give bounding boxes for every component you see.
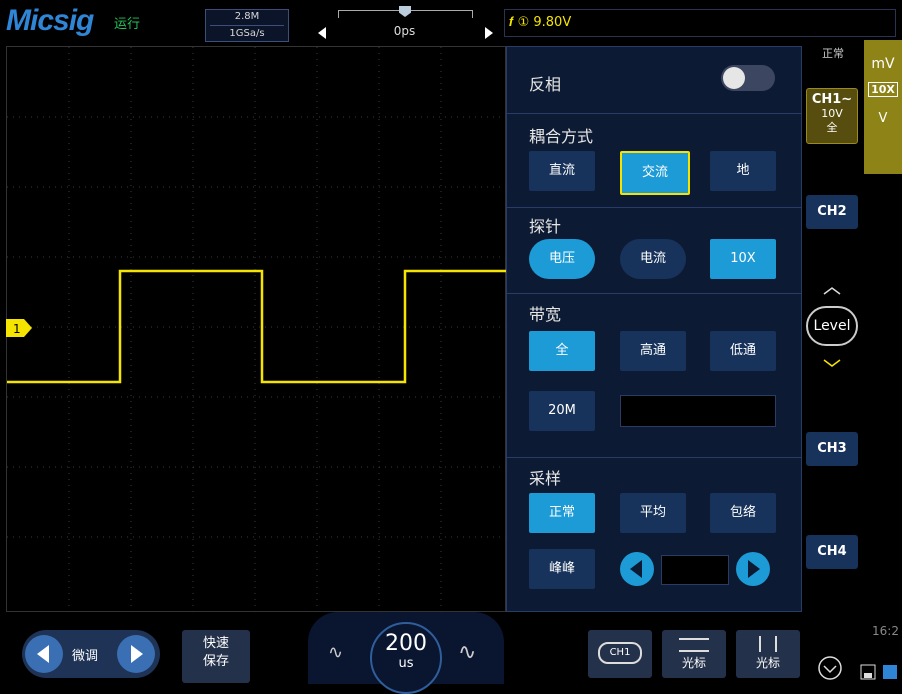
bandwidth-highpass-button[interactable]: 高通 [620, 331, 686, 371]
bandwidth-lowpass-button[interactable]: 低通 [710, 331, 776, 371]
delay-value: 0ps [332, 22, 477, 40]
sampling-peak-button[interactable]: 峰峰 [529, 549, 595, 589]
probe-voltage-unit: V [878, 111, 888, 126]
network-icon[interactable] [882, 664, 898, 680]
ch1-channel-button[interactable]: CH1∼ 10V 全 [806, 88, 858, 144]
graticule [7, 47, 507, 613]
level-down-icon[interactable] [822, 358, 842, 368]
coupling-dc-button[interactable]: 直流 [529, 151, 595, 191]
ch2-channel-button[interactable]: CH2 [806, 195, 858, 229]
bandwidth-title: 带宽 [529, 305, 562, 324]
toggle-knob [723, 67, 745, 89]
ch1-marker-label: 1 [13, 322, 21, 336]
sampling-section: 采样 正常 平均 包络 峰峰 [507, 457, 801, 613]
sampling-title: 采样 [529, 469, 562, 488]
fine-tune-control: 微调 [22, 630, 160, 678]
acquisition-mode-label: 正常 [822, 47, 844, 60]
horizontal-cursor-icon [679, 638, 709, 652]
probe-section: 探针 电压 电流 10X [507, 207, 801, 294]
coupling-title: 耦合方式 [529, 127, 594, 146]
ch1-volts: 10V [821, 107, 843, 120]
bandwidth-full-button[interactable]: 全 [529, 331, 595, 371]
sampling-decrease-icon[interactable] [619, 551, 655, 587]
sampling-increase-icon[interactable] [735, 551, 771, 587]
brand-logo: Micsig [6, 4, 94, 37]
fine-tune-left-icon[interactable] [24, 634, 64, 674]
horizontal-cursor-button[interactable]: 光标 [662, 630, 726, 678]
probe-voltage-button[interactable]: 电压 [529, 239, 595, 279]
level-up-icon[interactable] [822, 286, 842, 296]
invert-label: 反相 [529, 75, 562, 94]
memory-depth: 2.8M [234, 11, 260, 22]
top-status-bar: Micsig 运行 2.8M 1GSa/s 0ps 𝒇 ① 9.80V [0, 0, 902, 46]
ch4-channel-button[interactable]: CH4 [806, 535, 858, 569]
ch1-menu-button[interactable]: CH1 [588, 630, 652, 678]
probe-ratio-button[interactable]: 10X [710, 239, 776, 279]
coupling-ac-button[interactable]: 交流 [620, 151, 690, 195]
channel-settings-panel: 反相 耦合方式 直流 交流 地 探针 电压 电流 10X 带宽 全 高通 低通 … [506, 46, 802, 612]
probe-title: 探针 [529, 217, 562, 236]
timebase-increase-icon[interactable]: ∿ [458, 640, 476, 665]
vertical-cursor-button[interactable]: 光标 [736, 630, 800, 678]
expand-menu-icon[interactable] [818, 656, 842, 680]
sample-rate: 1GSa/s [210, 25, 284, 41]
sampling-average-button[interactable]: 平均 [620, 493, 686, 533]
coupling-gnd-button[interactable]: 地 [710, 151, 776, 191]
clock: 16:2 [872, 624, 899, 638]
probe-unit: mV [871, 56, 895, 72]
timebase-value: 200 [385, 631, 427, 656]
waveform-display[interactable] [6, 46, 507, 613]
bandwidth-20m-button[interactable]: 20M [529, 391, 595, 431]
vertical-cursor-label: 光标 [755, 656, 780, 670]
sampling-envelope-button[interactable]: 包络 [710, 493, 776, 533]
quick-save-button[interactable]: 快速 保存 [182, 630, 250, 683]
bandwidth-section: 带宽 全 高通 低通 20M [507, 293, 801, 458]
timebase-decrease-icon[interactable]: ∿ [328, 642, 343, 663]
fine-tune-right-icon[interactable] [116, 634, 156, 674]
timebase-knob[interactable]: 200 us [370, 622, 442, 694]
trigger-level-knob[interactable]: Level [806, 306, 858, 346]
probe-current-button[interactable]: 电流 [620, 239, 686, 279]
ch3-channel-button[interactable]: CH3 [806, 432, 858, 466]
sampling-normal-button[interactable]: 正常 [529, 493, 595, 533]
invert-section: 反相 [507, 47, 801, 114]
storage-icon[interactable] [860, 664, 876, 680]
horizontal-cursor-label: 光标 [681, 656, 706, 670]
trigger-info[interactable]: 𝒇 ① 9.80V [504, 9, 896, 37]
vertical-cursor-icon [759, 636, 777, 652]
bandwidth-custom-input[interactable] [620, 395, 776, 427]
horizontal-position-control[interactable]: 0ps [318, 6, 493, 40]
timebase-unit: us [398, 656, 414, 671]
sampling-value-field[interactable] [661, 555, 729, 585]
ch1-trace [7, 269, 507, 384]
delay-left-arrow-icon[interactable] [318, 27, 326, 39]
probe-ratio: 10X [868, 82, 898, 97]
run-status[interactable]: 运行 [114, 13, 140, 32]
ch1-bandwidth: 全 [826, 121, 838, 134]
coupling-section: 耦合方式 直流 交流 地 [507, 113, 801, 208]
ch1-menu-label: CH1 [598, 642, 642, 664]
ch1-name: CH1∼ [811, 92, 853, 107]
acquisition-info[interactable]: 2.8M 1GSa/s [205, 9, 289, 42]
ch1-offset-marker[interactable]: 1 [6, 319, 32, 337]
delay-right-arrow-icon[interactable] [485, 27, 493, 39]
fine-tune-label: 微调 [72, 649, 99, 664]
invert-toggle[interactable] [721, 65, 775, 91]
probe-setting-strip[interactable]: mV 10X V [864, 40, 902, 174]
